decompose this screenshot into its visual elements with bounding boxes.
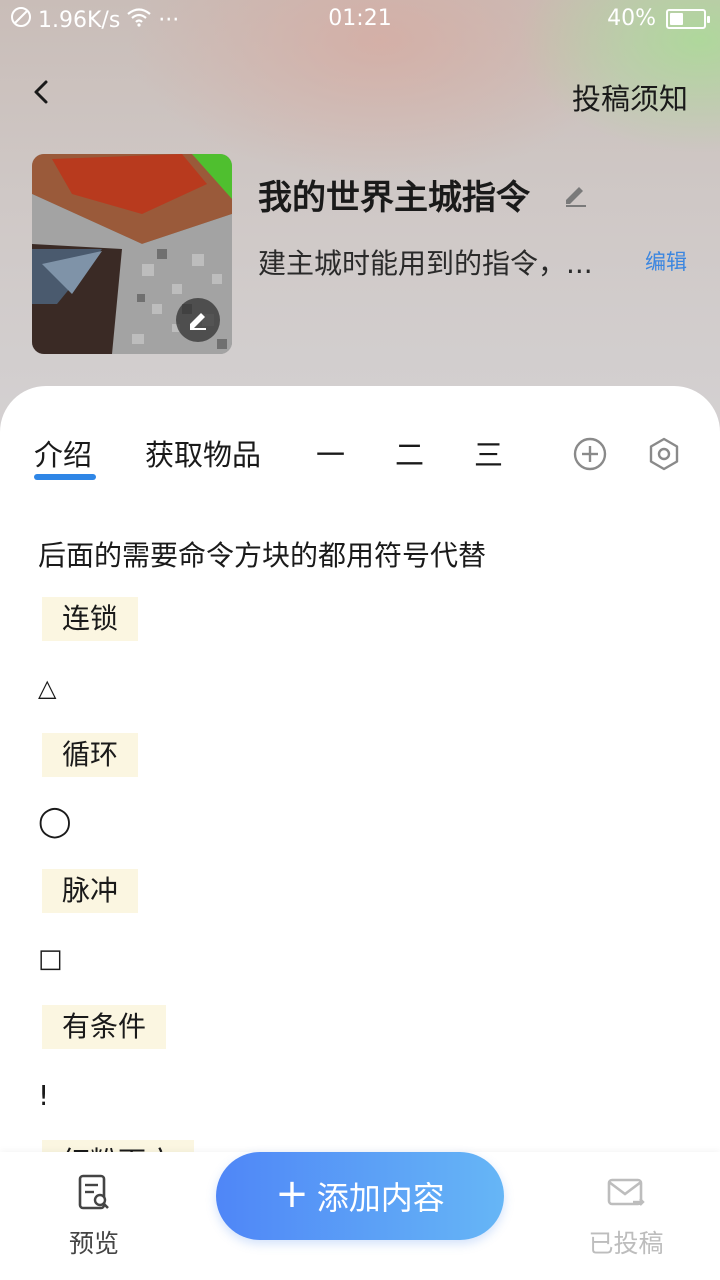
chevron-left-icon [34,80,48,104]
album-cover[interactable] [32,154,232,354]
highlight-chip: 连锁 [42,597,139,641]
battery-icon [666,8,710,29]
submitted-button[interactable]: 已投稿 [566,1172,686,1260]
tab-bar: 介绍 获取物品 一 二 三 [0,432,720,488]
pencil-icon [566,187,586,207]
battery-fill [670,12,683,25]
add-content-button[interactable]: + 添加内容 [216,1152,504,1240]
active-tab-indicator [34,474,96,480]
symbol-text: △ [38,674,57,702]
pencil-icon [190,313,206,330]
preview-doc-icon [78,1174,109,1210]
highlight-chip: 脉冲 [42,869,139,913]
title-edit-button[interactable] [562,182,590,210]
settings-button[interactable] [646,436,682,472]
tab-get-items[interactable]: 获取物品 [145,432,261,474]
intro-text: 后面的需要命令方块的都用符号代替 [38,539,487,572]
plus-icon: + [275,1171,309,1217]
preview-button[interactable]: 预览 [34,1172,154,1260]
mail-sent-icon [607,1178,645,1206]
submission-notice-link[interactable]: 投稿须知 [572,76,688,118]
plus-circle-icon [573,437,607,471]
tab-three[interactable]: 三 [474,432,503,474]
album-description: 建主城时能用到的指令，... [258,247,593,280]
symbol-text: □ [38,944,63,974]
preview-label: 预览 [68,1229,119,1258]
add-tab-button[interactable] [572,436,608,472]
description-edit-link[interactable]: 编辑 [645,246,687,276]
highlight-chip: 循环 [42,733,139,777]
back-button[interactable] [22,72,62,112]
symbol-text: ! [38,1079,50,1112]
submitted-label: 已投稿 [588,1229,664,1258]
add-content-label: 添加内容 [316,1179,445,1217]
battery-percent: 40% [607,6,656,31]
album-title: 我的世界主城指令 [258,178,530,218]
tab-two[interactable]: 二 [395,432,424,474]
highlight-chip: 有条件 [42,1005,167,1049]
cover-edit-button[interactable] [176,298,220,342]
symbol-text: ◯ [38,804,72,839]
settings-hexagon-icon [649,437,679,471]
tab-intro[interactable]: 介绍 [34,432,92,474]
tab-one[interactable]: 一 [316,432,345,474]
status-bar: 1.96K/s ··· 01:21 40% [0,0,720,40]
